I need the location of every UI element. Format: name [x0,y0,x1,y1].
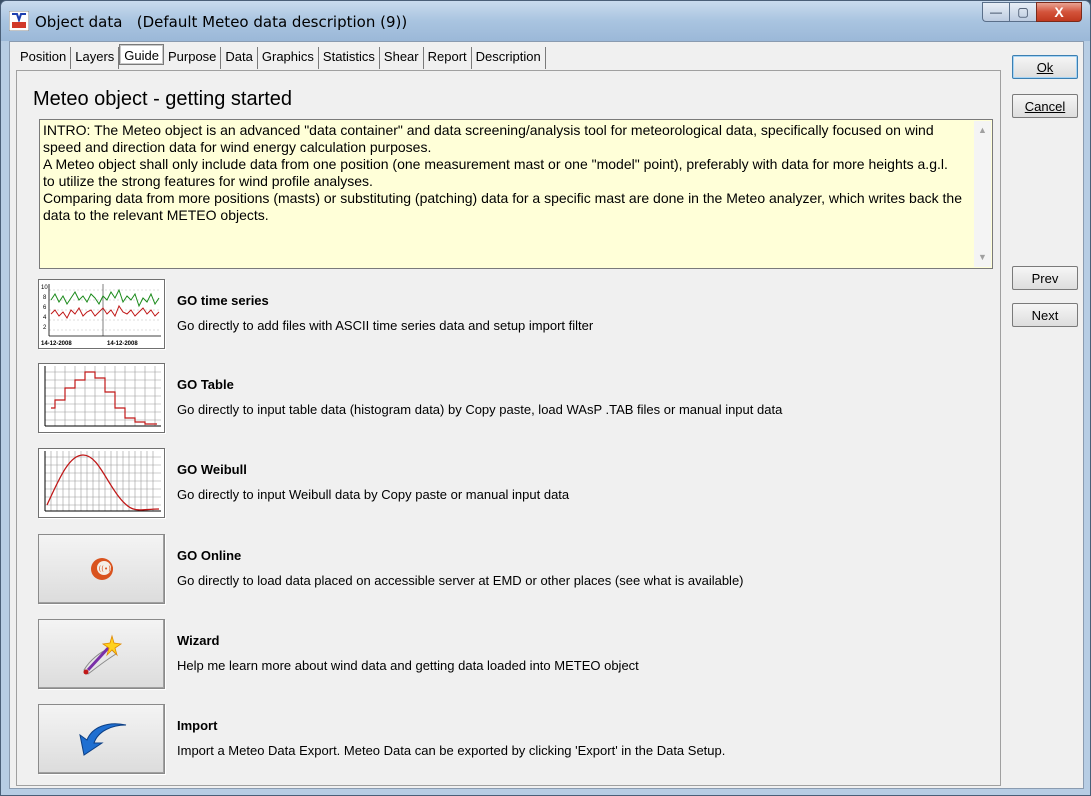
guide-item-time-series: 10 8 6 4 2 14-12-2008 14-12-2008 GO time… [38,279,978,349]
ok-button[interactable]: Ok [1012,55,1078,79]
tab-shear[interactable]: Shear [380,47,424,69]
intro-textbox[interactable]: INTRO: The Meteo object is an advanced "… [39,119,993,269]
import-button[interactable] [38,704,165,774]
tab-guide[interactable]: Guide [119,44,164,65]
scroll-up-icon[interactable]: ▲ [975,122,990,139]
go-weibull-button[interactable] [38,448,165,518]
tab-statistics[interactable]: Statistics [319,47,380,69]
window-title: Object data (Default Meteo data descript… [35,13,408,31]
tab-purpose[interactable]: Purpose [164,47,222,69]
maximize-button[interactable]: ▢ [1009,2,1036,22]
online-globe-icon: ((•)) [90,558,113,580]
guide-item-weibull: GO Weibull Go directly to input Weibull … [38,448,978,518]
guide-item-desc: Import a Meteo Data Export. Meteo Data c… [177,743,726,758]
guide-item-desc: Help me learn more about wind data and g… [177,658,639,673]
intro-scrollbar[interactable]: ▲ ▼ [974,121,991,267]
tab-description[interactable]: Description [472,47,546,69]
time-series-chart-icon: 10 8 6 4 2 14-12-2008 14-12-2008 [39,280,164,348]
import-arrow-icon [78,723,126,756]
go-table-button[interactable] [38,363,165,433]
windpro-icon [9,11,29,31]
guide-item-online: ((•)) GO Online Go directly to load data… [38,534,978,604]
weibull-curve-icon [39,449,164,517]
object-data-window: Object data (Default Meteo data descript… [0,0,1091,796]
go-online-button[interactable]: ((•)) [38,534,165,604]
guide-item-table: GO Table Go directly to input table data… [38,363,978,433]
next-button[interactable]: Next [1012,303,1078,327]
guide-item-title: Import [177,718,218,733]
close-button[interactable]: X [1036,2,1082,22]
histogram-chart-icon [39,364,164,432]
svg-text:((•)): ((•)) [98,565,113,573]
guide-item-title: GO Online [177,548,242,563]
guide-item-title: GO time series [177,293,269,308]
cancel-button-label: Cancel [1024,98,1066,114]
tick-label: 10 [41,285,48,291]
tab-graphics[interactable]: Graphics [258,47,319,69]
tab-data[interactable]: Data [221,47,258,69]
intro-text: INTRO: The Meteo object is an advanced "… [43,122,962,223]
prev-button[interactable]: Prev [1012,266,1078,290]
guide-item-wizard: Wizard Help me learn more about wind dat… [38,619,978,689]
ok-button-label: Ok [1036,59,1054,75]
minimize-button[interactable]: — [982,2,1009,22]
tab-report[interactable]: Report [424,47,472,69]
wizard-button[interactable] [38,619,165,689]
guide-item-title: GO Table [177,377,234,392]
date-label: 14-12-2008 [107,341,138,347]
guide-item-desc: Go directly to load data placed on acces… [177,573,744,588]
tab-layers[interactable]: Layers [71,47,120,69]
magic-wand-icon [82,634,122,675]
date-label: 14-12-2008 [41,341,72,347]
scroll-down-icon[interactable]: ▼ [975,249,990,266]
guide-item-desc: Go directly to input table data (histogr… [177,402,783,417]
tab-strip: Position Layers Guide Purpose Data Graph… [10,44,546,69]
guide-item-title: GO Weibull [177,462,247,477]
guide-item-import: Import Import a Meteo Data Export. Meteo… [38,704,978,774]
go-time-series-button[interactable]: 10 8 6 4 2 14-12-2008 14-12-2008 [38,279,165,349]
cancel-button[interactable]: Cancel [1012,94,1078,118]
guide-item-title: Wizard [177,633,220,648]
guide-item-desc: Go directly to add files with ASCII time… [177,318,594,333]
dialog-client-area: Position Layers Guide Purpose Data Graph… [9,41,1084,789]
guide-item-desc: Go directly to input Weibull data by Cop… [177,487,570,502]
tab-position[interactable]: Position [16,47,72,69]
title-bar[interactable]: Object data (Default Meteo data descript… [1,1,1090,41]
window-controls: — ▢ X [982,2,1082,22]
page-title: Meteo object - getting started [33,88,293,110]
